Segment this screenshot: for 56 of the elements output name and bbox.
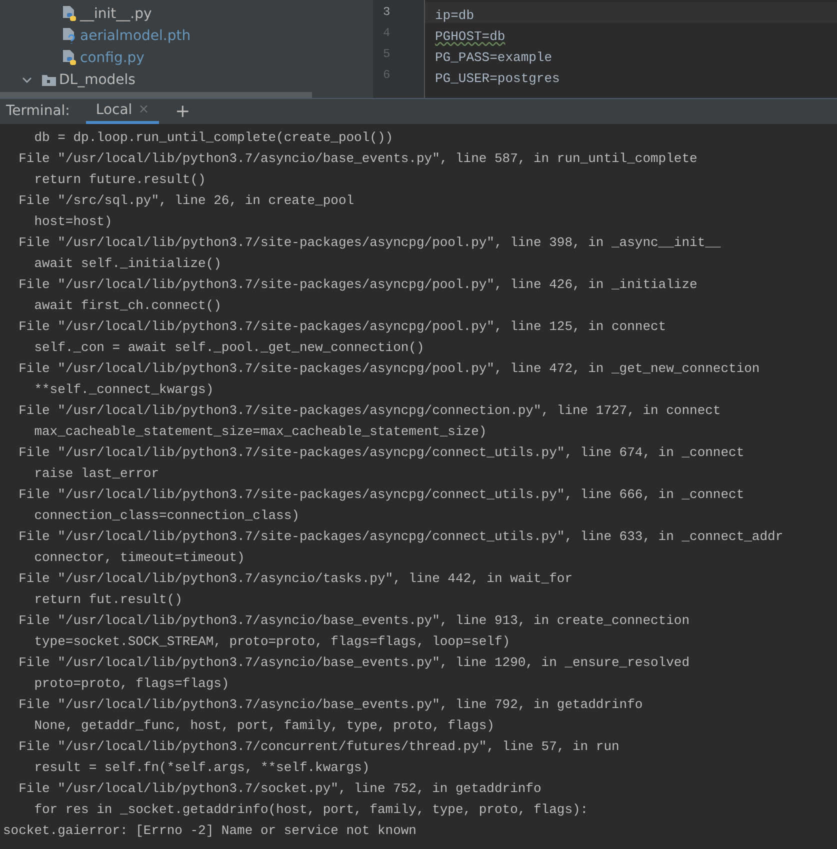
terminal-line: return future.result() — [33, 171, 207, 189]
terminal-line: result = self.fn(*self.args, **self.kwargs) — [33, 759, 371, 777]
code-line: PG_USER=postgres — [435, 71, 560, 86]
python-file-icon — [62, 50, 77, 66]
code-line: PG_PASS=example — [435, 50, 552, 65]
code-line: PGHOST=db — [435, 29, 506, 44]
terminal-line: File "/src/sql.py", line 26, in create_pool — [18, 192, 356, 210]
terminal-line: File "/usr/local/lib/python3.7/site-packages/asyncpg/pool.py", line 426, in _initialize — [18, 276, 698, 294]
terminal-line: File "/usr/local/lib/python3.7/site-packages/asyncpg/connection.py", line 1727, in connect — [18, 402, 722, 420]
terminal-line: for res in _socket.getaddrinfo(host, port, family, type, proto, flags): — [33, 801, 590, 819]
terminal-line: File "/usr/local/lib/python3.7/asyncio/base_events.py", line 913, in create_connection — [18, 612, 691, 630]
terminal-line: connector, timeout=timeout) — [33, 549, 246, 567]
terminal-line: connection_class=connection_class) — [33, 507, 300, 525]
file-name: __init__.py — [80, 4, 152, 24]
tab-label: Local — [96, 100, 132, 120]
terminal-line: db = dp.loop.run_until_complete(create_pool()) — [33, 129, 394, 147]
chevron-icon[interactable] — [22, 76, 32, 84]
terminal-line: File "/usr/local/lib/python3.7/site-packages/asyncpg/pool.py", line 125, in connect — [18, 318, 668, 336]
terminal-line: File "/usr/local/lib/python3.7/socket.py", line 752, in getaddrinfo — [18, 780, 542, 798]
file-name: config.py — [80, 48, 144, 68]
terminal-line: File "/usr/local/lib/python3.7/asyncio/base_events.py", line 792, in getaddrinfo — [18, 696, 644, 714]
terminal-line: max_cacheable_statement_size=max_cacheable_statement_size) — [33, 423, 488, 441]
file-name: aerialmodel.pth — [80, 26, 191, 46]
terminal-line: File "/usr/local/lib/python3.7/asyncio/base_events.py", line 1290, in _ensure_resolved — [18, 654, 691, 672]
terminal-line: host=host) — [33, 213, 114, 231]
terminal-line: File "/usr/local/lib/python3.7/asyncio/base_events.py", line 587, in run_until_complete — [18, 150, 698, 168]
terminal-line: File "/usr/local/lib/python3.7/site-packages/asyncpg/pool.py", line 398, in _async__init__ — [18, 234, 722, 252]
tree-item[interactable]: DL_models — [0, 69, 373, 91]
terminal-line: await self._initialize() — [33, 255, 222, 273]
terminal-line: File "/usr/local/lib/python3.7/site-packages/asyncpg/pool.py", line 472, in _get_new_connection — [18, 360, 761, 378]
terminal-line: File "/usr/local/lib/python3.7/asyncio/tasks.py", line 442, in wait_for — [18, 570, 574, 588]
code-line: ip=db — [435, 8, 474, 23]
terminal-line: return fut.result() — [33, 591, 184, 609]
folder-icon — [42, 74, 56, 86]
new-tab-button[interactable]: + — [175, 102, 190, 120]
terminal-line: File "/usr/local/lib/python3.7/site-packages/asyncpg/connect_utils.py", line 666, in _connect — [18, 486, 746, 504]
terminal-line: self._con = await self._pool._get_new_connection() — [33, 339, 426, 357]
python-file-icon — [62, 6, 77, 22]
tree-item[interactable]: __init__.py — [0, 3, 373, 25]
tree-item[interactable]: config.py — [0, 47, 373, 69]
terminal-line: await first_ch.connect() — [33, 297, 222, 315]
terminal-line: type=socket.SOCK_STREAM, proto=proto, flags=flags, loop=self) — [33, 633, 512, 651]
file-name: DL_models — [59, 70, 136, 90]
terminal-line: socket.gaierror: [Errno -2] Name or service not known — [3, 822, 418, 840]
terminal-line: File "/usr/local/lib/python3.7/concurrent/futures/thread.py", line 57, in run — [18, 738, 620, 756]
line-number: 3 — [382, 4, 392, 21]
terminal-line: proto=proto, flags=flags) — [33, 675, 230, 693]
unknown-file-icon — [62, 28, 77, 44]
terminal-tab[interactable]: Local × — [86, 99, 160, 124]
terminal-line: **self._connect_kwargs) — [33, 381, 215, 399]
terminal-label: Terminal: — [6, 102, 70, 121]
tree-item[interactable]: aerialmodel.pth — [0, 25, 373, 47]
terminal-line: raise last_error — [33, 465, 160, 483]
terminal-line: File "/usr/local/lib/python3.7/site-packages/asyncpg/connect_utils.py", line 674, in _connect — [18, 444, 746, 462]
terminal-line: File "/usr/local/lib/python3.7/site-packages/asyncpg/connect_utils.py", line 633, in _connect_addr — [18, 528, 784, 546]
terminal-line: None, getaddr_func, host, port, family, type, proto, flags) — [33, 717, 496, 735]
